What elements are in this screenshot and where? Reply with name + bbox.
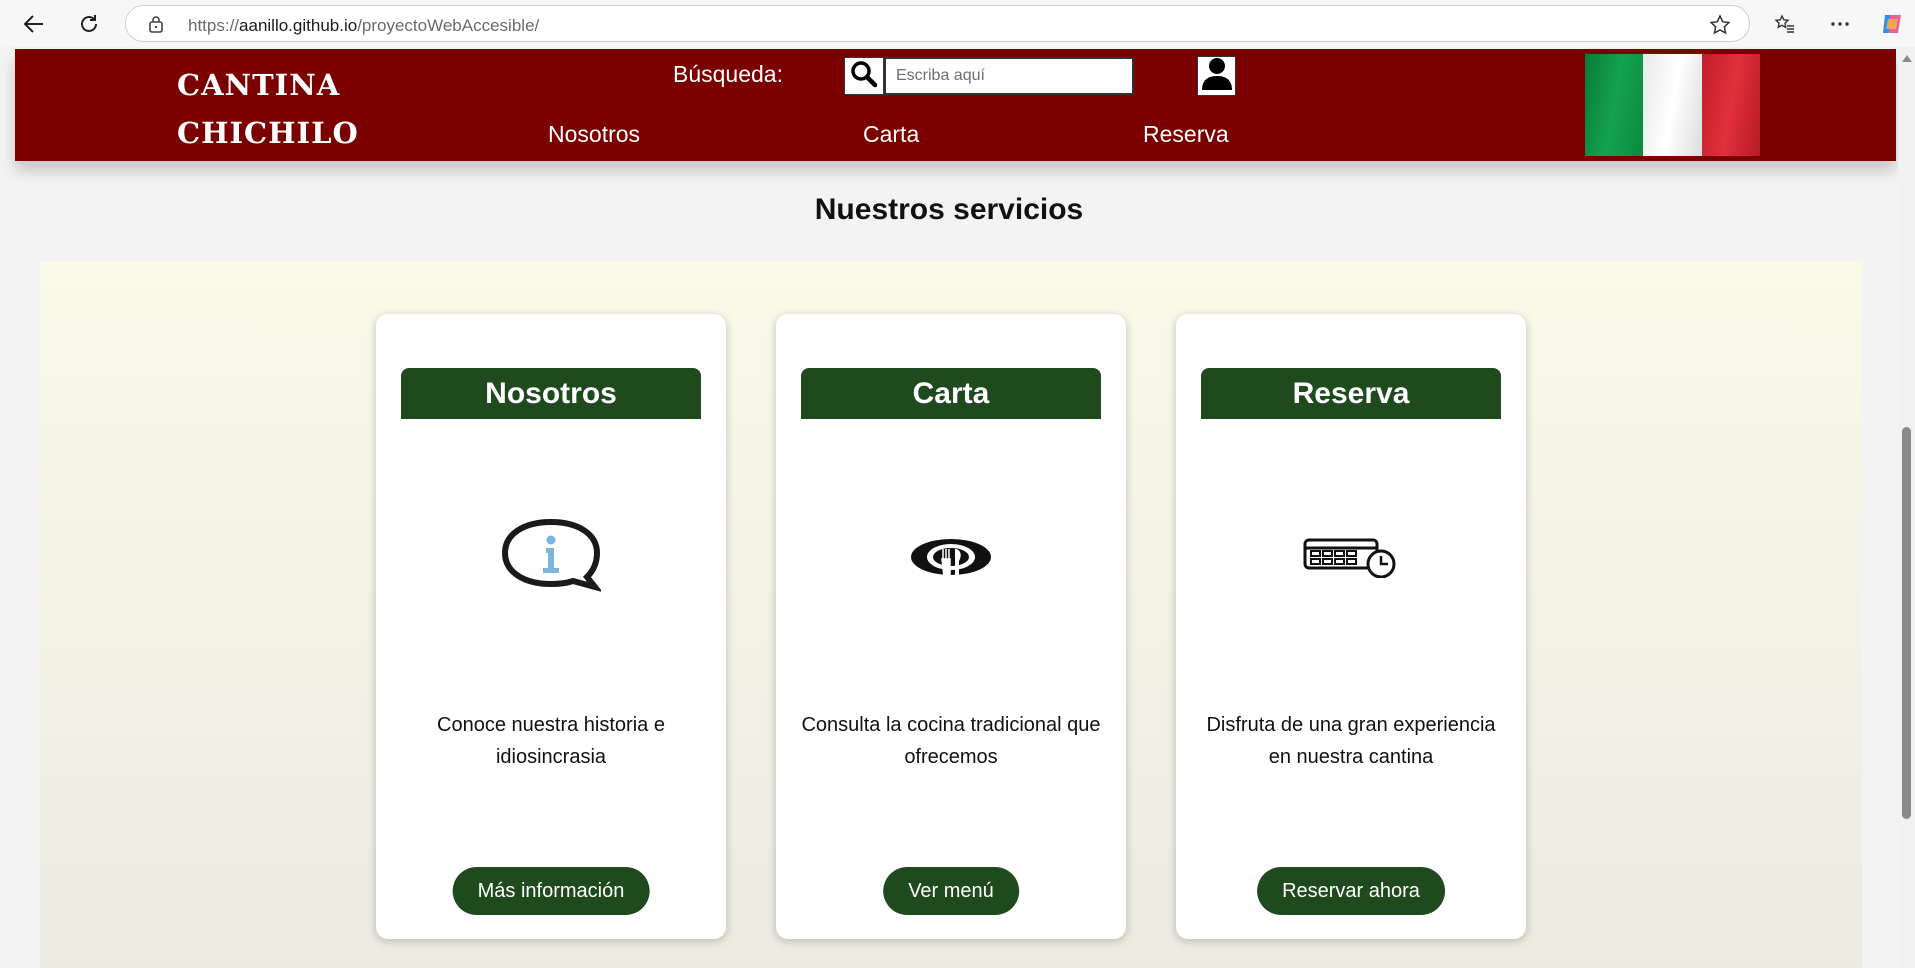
page-viewport: CANTINA CHICHILO Búsqueda: Nosotros Cart…: [0, 47, 1898, 968]
calendar-clock-icon: [1303, 536, 1399, 583]
services-title: Nuestros servicios: [814, 193, 1084, 226]
service-card-carta: Carta Consulta la cocina tradicional que…: [776, 314, 1126, 939]
nav-link-carta[interactable]: Carta: [863, 121, 919, 148]
services-section: Nosotros Conoce nuestra historia e idios…: [40, 261, 1862, 968]
browser-toolbar: https://aanillo.github.io/proyectoWebAcc…: [0, 0, 1915, 47]
mas-informacion-button[interactable]: Más información: [452, 867, 650, 915]
info-speech-bubble-icon: [501, 518, 604, 601]
nav-link-reserva[interactable]: Reserva: [1143, 121, 1229, 148]
vertical-scrollbar[interactable]: [1898, 47, 1915, 968]
back-arrow-icon[interactable]: [18, 8, 50, 40]
ver-menu-button[interactable]: Ver menú: [883, 867, 1019, 915]
more-menu-icon[interactable]: [1824, 8, 1856, 40]
card-title: Carta: [801, 368, 1101, 419]
copilot-icon[interactable]: [1876, 8, 1908, 40]
site-header: CANTINA CHICHILO Búsqueda: Nosotros Cart…: [15, 49, 1896, 161]
search-input[interactable]: [884, 57, 1134, 95]
nav-link-nosotros[interactable]: Nosotros: [548, 121, 640, 148]
logo-line-1: CANTINA: [177, 68, 341, 102]
card-description: Disfruta de una gran experiencia en nues…: [1206, 714, 1496, 768]
service-card-nosotros: Nosotros Conoce nuestra historia e idios…: [376, 314, 726, 939]
card-description: Consulta la cocina tradicional que ofrec…: [801, 714, 1101, 768]
lock-icon[interactable]: [148, 15, 164, 38]
search-button[interactable]: [844, 57, 884, 95]
italian-flag-image: [1585, 54, 1760, 156]
card-description: Conoce nuestra historia e idiosincrasia: [437, 714, 665, 768]
service-card-reserva: Reserva Disfruta de una gran experiencia…: [1176, 314, 1526, 939]
address-bar[interactable]: https://aanillo.github.io/proyectoWebAcc…: [125, 5, 1750, 42]
search-icon: [850, 60, 878, 93]
url-text: https://aanillo.github.io/proyectoWebAcc…: [188, 16, 540, 35]
favorites-list-icon[interactable]: [1769, 8, 1801, 40]
reservar-ahora-button[interactable]: Reservar ahora: [1257, 867, 1445, 915]
user-icon: [1199, 57, 1235, 95]
user-account-button[interactable]: [1197, 56, 1236, 96]
logo-line-2: CHICHILO: [177, 116, 359, 150]
card-title: Reserva: [1201, 368, 1501, 419]
site-logo[interactable]: CANTINA CHICHILO: [177, 61, 359, 157]
card-title: Nosotros: [401, 368, 701, 419]
reload-icon[interactable]: [73, 8, 105, 40]
favorite-star-icon[interactable]: [1709, 14, 1731, 41]
scroll-up-arrow-icon[interactable]: [1902, 55, 1912, 62]
scrollbar-thumb[interactable]: [1902, 427, 1911, 819]
search-label: Búsqueda:: [673, 61, 783, 87]
dish-cutlery-icon: [908, 535, 994, 584]
